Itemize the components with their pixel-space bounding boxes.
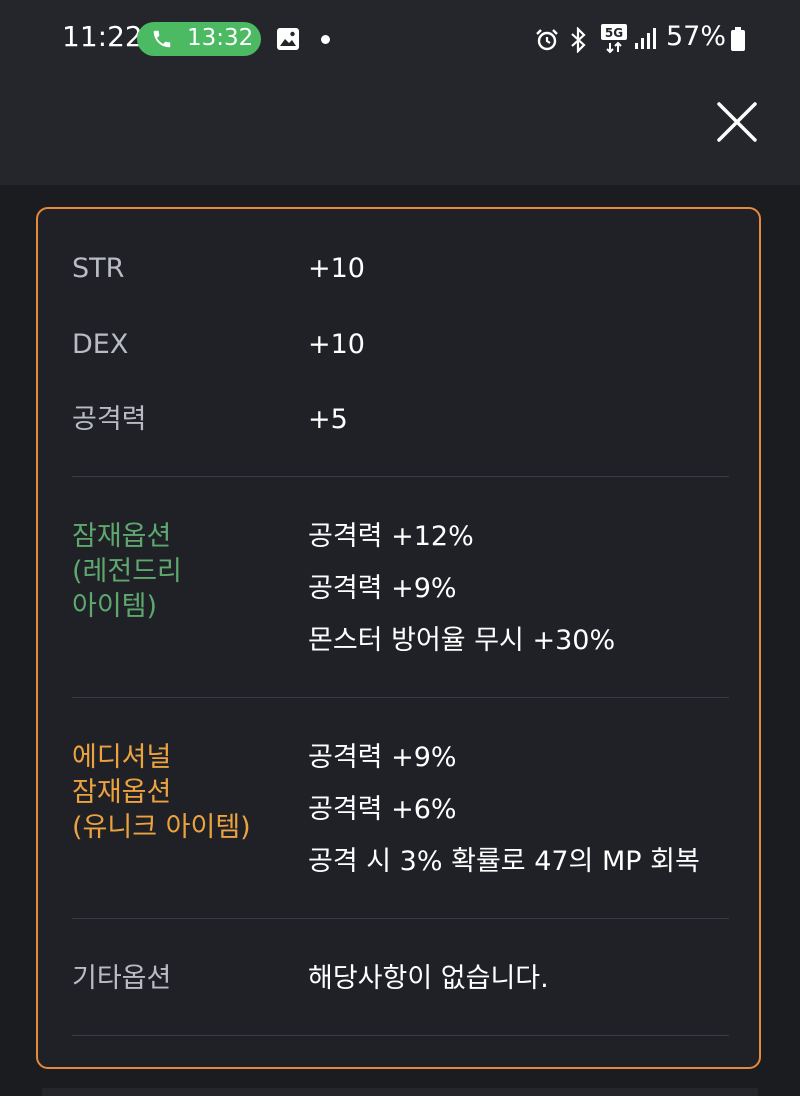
stat-value-dex: +10 <box>308 329 365 360</box>
status-time: 11:22 <box>62 20 143 53</box>
status-bar: 11:22 13:32 5G 57% <box>0 0 800 80</box>
stat-value-str: +10 <box>308 253 365 284</box>
signal-icon <box>635 28 656 49</box>
network-type-text: 5G <box>605 26 623 40</box>
alarm-icon <box>536 29 558 51</box>
phone-icon <box>153 30 171 48</box>
potential-label-line-3: 아이템) <box>72 591 158 622</box>
bottom-panel-edge <box>42 1088 758 1096</box>
other-options-value: 해당사항이 없습니다. <box>308 963 549 994</box>
stat-label-str: STR <box>72 253 125 284</box>
potential-option-2: 공격력 +9% <box>308 573 457 604</box>
stat-value-attack: +5 <box>308 404 348 435</box>
battery-icon <box>731 27 745 51</box>
ongoing-call-pill[interactable]: 13:32 <box>137 22 261 56</box>
additional-potential-option-2: 공격력 +6% <box>308 794 457 825</box>
potential-option-1: 공격력 +12% <box>308 521 474 552</box>
divider <box>72 1035 729 1036</box>
divider <box>72 697 729 698</box>
additional-potential-label-line-2: 잠재옵션 <box>72 777 172 808</box>
call-duration: 13:32 <box>187 25 254 51</box>
stat-label-dex: DEX <box>72 329 129 360</box>
additional-potential-option-1: 공격력 +9% <box>308 742 457 773</box>
dialog-header <box>0 80 800 185</box>
close-icon[interactable] <box>716 101 758 143</box>
potential-option-3: 몬스터 방어율 무시 +30% <box>308 625 616 656</box>
potential-label-line-2: (레전드리 <box>72 556 182 587</box>
battery-percent: 57% <box>666 21 727 52</box>
divider <box>72 918 729 919</box>
5g-network-icon: 5G <box>601 24 627 54</box>
notification-dot <box>321 35 330 44</box>
bluetooth-icon <box>571 27 586 53</box>
divider <box>72 476 729 477</box>
item-options-card: STR +10 DEX +10 공격력 +5 잠재옵션 (레전드리 아이템) 공… <box>36 207 761 1069</box>
other-options-label: 기타옵션 <box>72 963 172 994</box>
additional-potential-label-line-3: (유니크 아이템) <box>72 812 251 843</box>
gallery-icon <box>277 28 299 50</box>
potential-label-line-1: 잠재옵션 <box>72 521 172 552</box>
additional-potential-label-line-1: 에디셔널 <box>72 742 172 773</box>
additional-potential-option-3: 공격 시 3% 확률로 47의 MP 회복 <box>308 846 700 877</box>
stat-label-attack: 공격력 <box>72 404 147 435</box>
